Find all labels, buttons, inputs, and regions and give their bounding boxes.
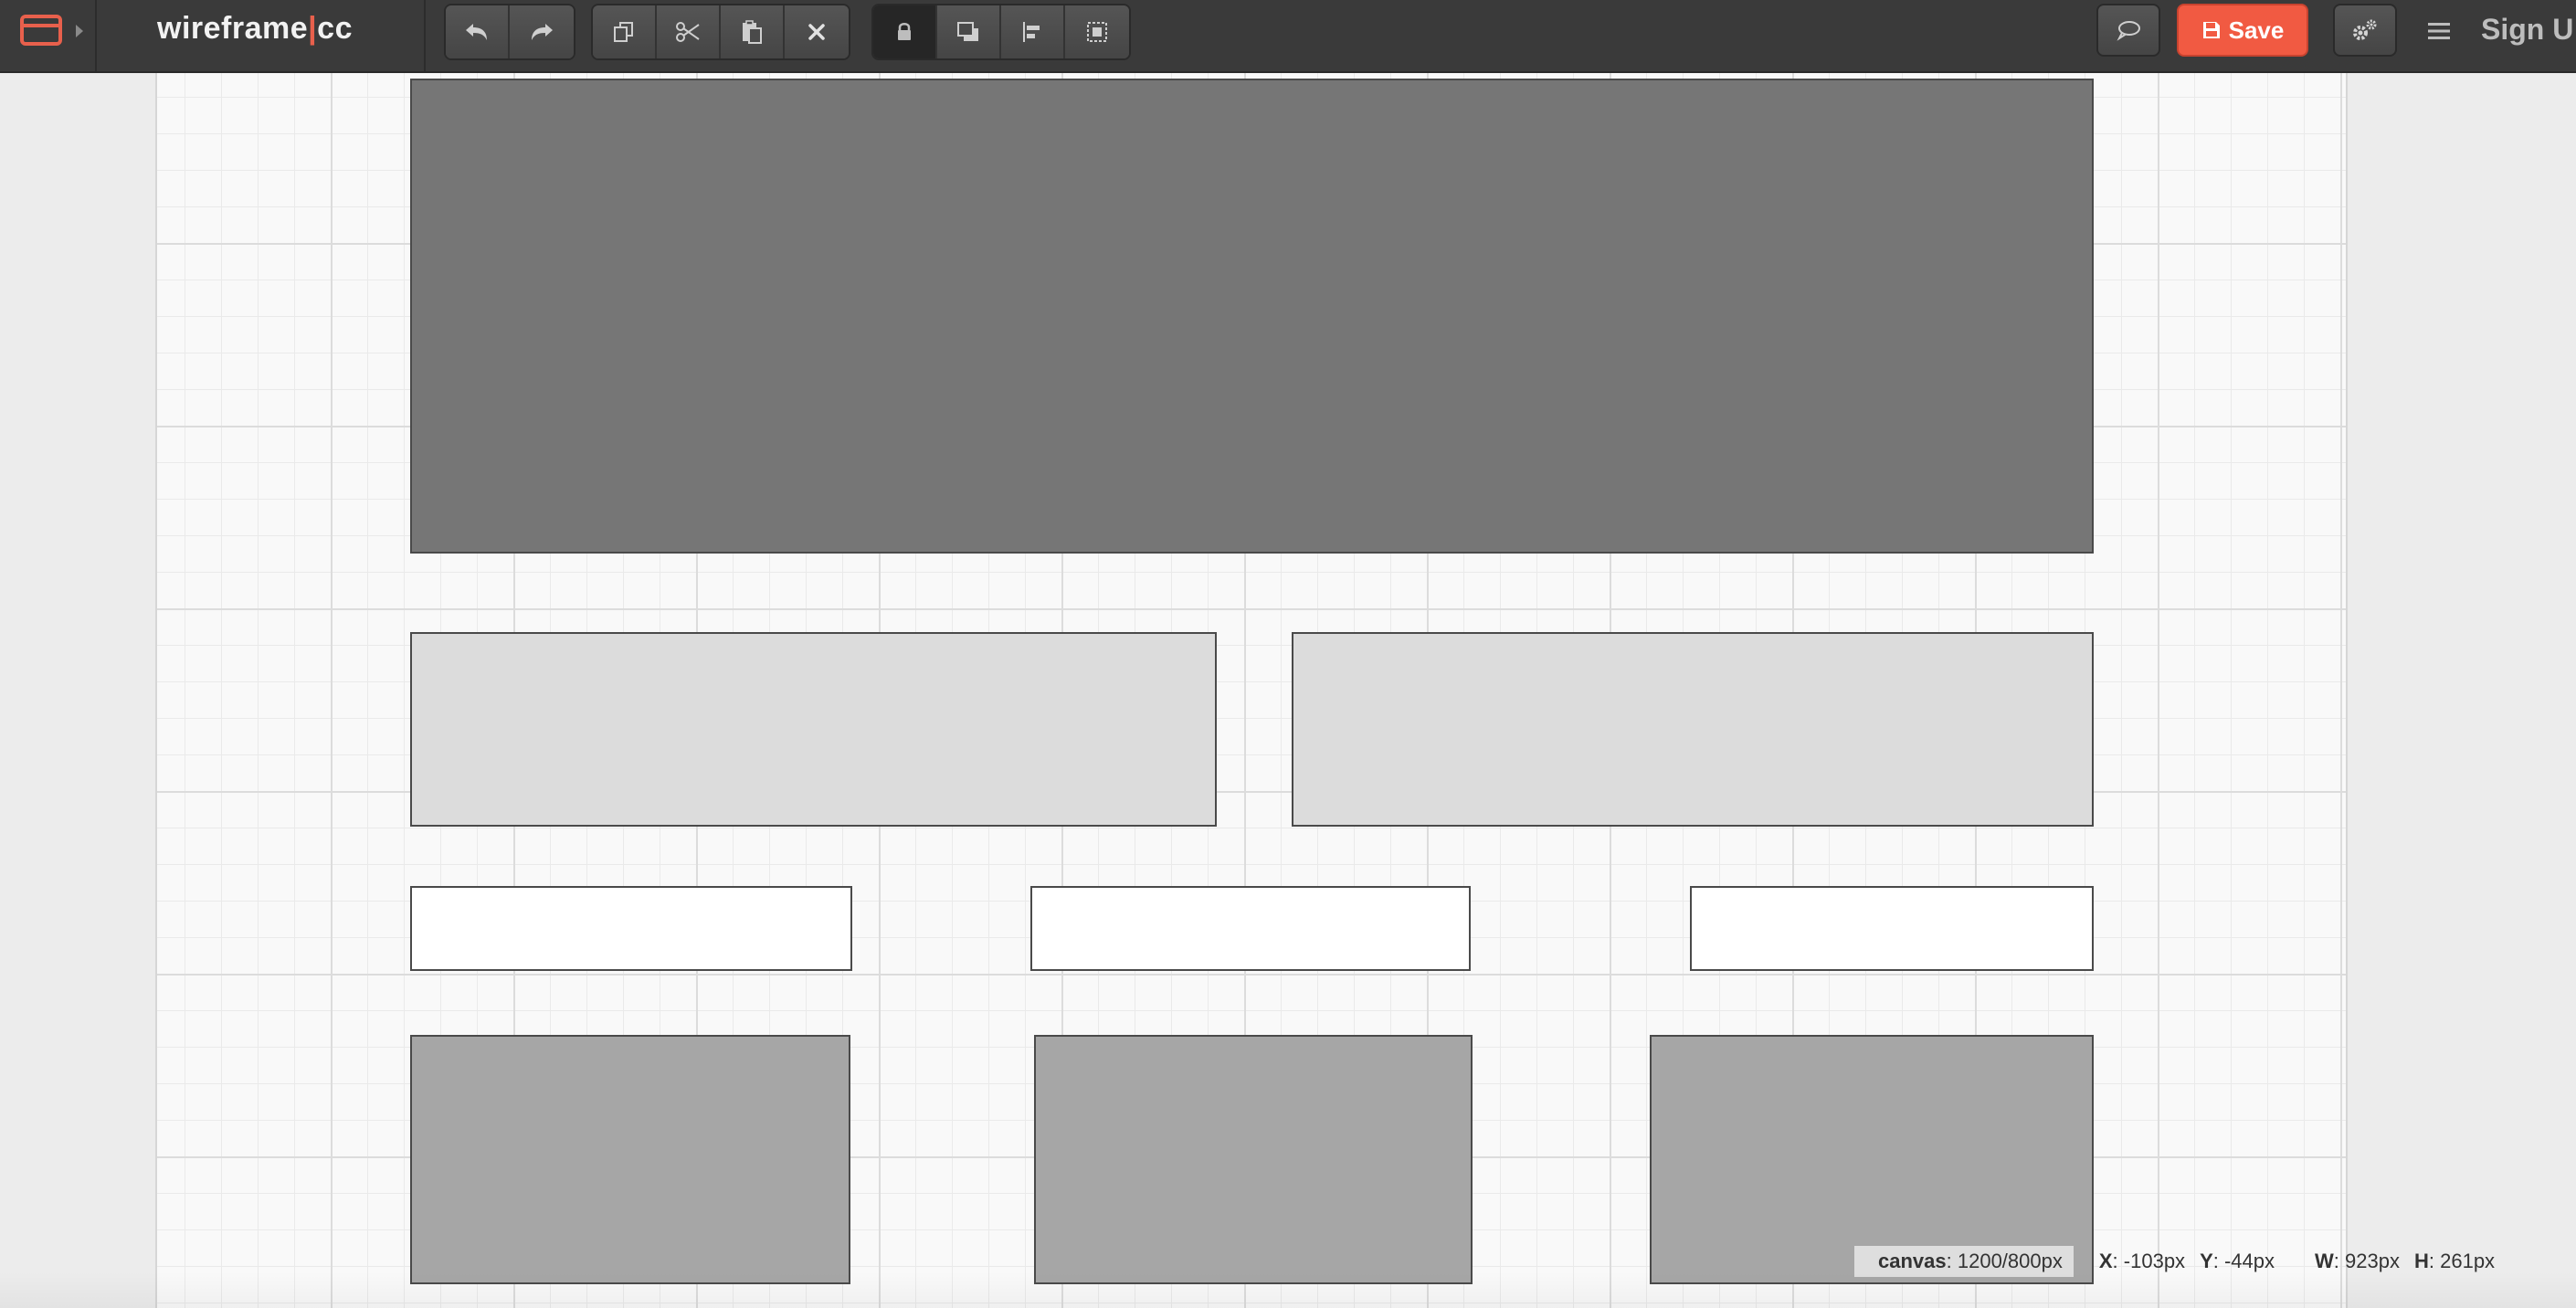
comment-icon — [2117, 21, 2140, 41]
text-box-center[interactable] — [1030, 886, 1471, 971]
cut-icon — [676, 22, 700, 42]
comment-button[interactable] — [2096, 4, 2160, 57]
redo-button[interactable] — [510, 5, 574, 58]
settings-icon — [2353, 19, 2377, 40]
clipboard-group — [591, 4, 850, 60]
status-bar: canvas: 1200/800px X: -103px Y: -44px W:… — [1854, 1246, 2509, 1277]
copy-button[interactable] — [593, 5, 657, 58]
hamburger-menu-button[interactable] — [2421, 13, 2457, 49]
hero-block[interactable] — [410, 79, 2094, 554]
bring-front-icon — [957, 22, 978, 41]
group-icon — [1087, 22, 1107, 42]
cut-button[interactable] — [657, 5, 721, 58]
paste-icon — [743, 20, 762, 44]
align-left-icon — [1023, 22, 1040, 42]
canvas-size-readout: canvas: 1200/800px — [1854, 1246, 2074, 1277]
logo-text-left: wireframe — [157, 11, 309, 46]
toolbar-divider — [424, 0, 426, 71]
save-button[interactable]: Save — [2177, 4, 2308, 57]
x-position-readout: X: -103px — [2098, 1250, 2186, 1272]
floppy-disk-icon — [2202, 22, 2220, 38]
image-block-center[interactable] — [1034, 1035, 1473, 1284]
sign-up-link[interactable]: Sign U — [2481, 13, 2573, 47]
align-button[interactable] — [1001, 5, 1065, 58]
history-group — [444, 4, 575, 60]
y-position-readout: Y: -44px — [2200, 1250, 2275, 1272]
height-readout: H: 261px — [2413, 1250, 2496, 1272]
app-menu-button[interactable] — [0, 0, 97, 71]
undo-icon — [466, 24, 487, 40]
delete-button[interactable] — [785, 5, 849, 58]
lock-button[interactable] — [873, 5, 937, 58]
width-readout: W: 923px — [2315, 1250, 2400, 1272]
app-logo: wireframe|cc — [157, 11, 353, 47]
logo-separator: | — [308, 11, 318, 46]
delete-icon — [808, 24, 825, 40]
save-label: Save — [2228, 16, 2285, 44]
text-box-left[interactable] — [410, 886, 852, 971]
logo-text-right: cc — [317, 11, 353, 46]
copy-icon — [614, 22, 633, 42]
lock-icon — [898, 23, 911, 40]
wireframe-canvas[interactable] — [155, 73, 2348, 1308]
caret-right-icon — [76, 25, 83, 37]
text-box-right[interactable] — [1690, 886, 2094, 971]
arrange-group — [871, 4, 1131, 60]
bring-front-button[interactable] — [937, 5, 1001, 58]
hamburger-menu-icon — [2428, 23, 2450, 39]
content-block-left[interactable] — [410, 632, 1217, 827]
window-icon — [20, 15, 62, 46]
image-block-left[interactable] — [410, 1035, 850, 1284]
content-block-right[interactable] — [1292, 632, 2094, 827]
top-toolbar: wireframe|cc Save Sign U — [0, 0, 2576, 73]
redo-icon — [532, 24, 553, 40]
undo-button[interactable] — [446, 5, 510, 58]
paste-button[interactable] — [721, 5, 785, 58]
settings-button[interactable] — [2333, 4, 2397, 57]
group-button[interactable] — [1065, 5, 1129, 58]
